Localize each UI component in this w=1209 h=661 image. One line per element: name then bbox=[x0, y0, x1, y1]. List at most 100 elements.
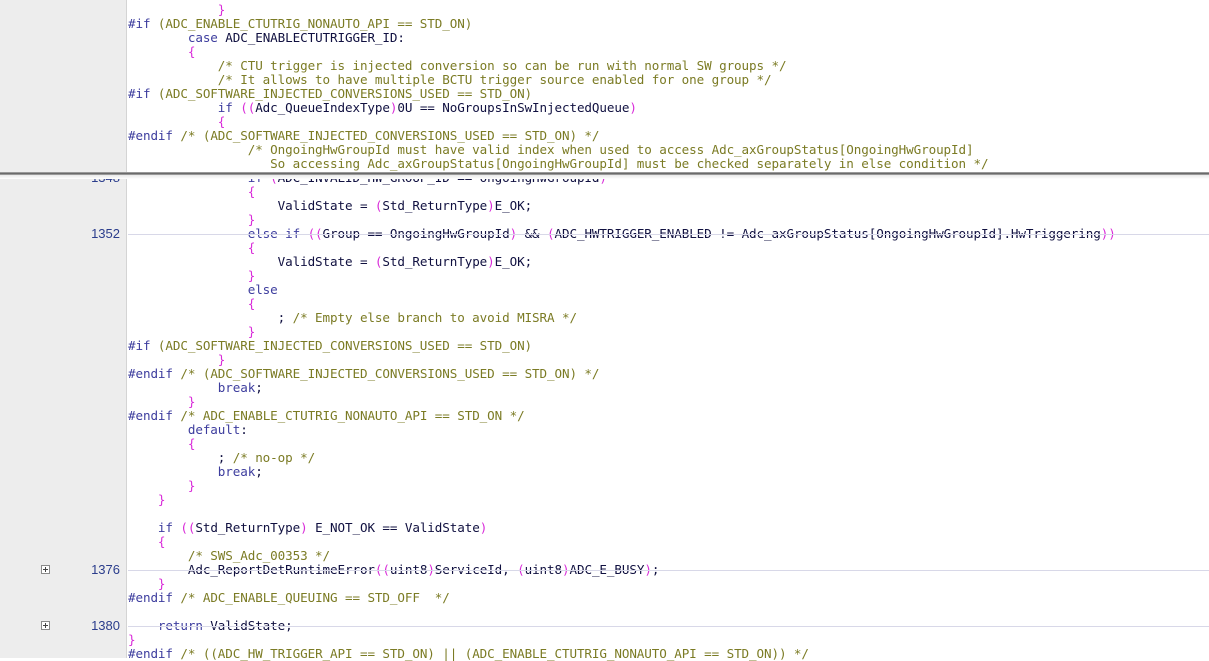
code-line[interactable]: #endif /* (ADC_SOFTWARE_INJECTED_CONVERS… bbox=[0, 129, 1209, 143]
code-line[interactable]: default: bbox=[0, 423, 1209, 437]
code-token: ADC_ENABLECTUTRIGGER_ID: bbox=[217, 30, 405, 45]
code-text: break; bbox=[128, 381, 263, 395]
code-line[interactable]: break; bbox=[0, 381, 1209, 395]
code-line[interactable]: /* CTU trigger is injected conversion so… bbox=[0, 59, 1209, 73]
code-token: Std_ReturnType bbox=[195, 520, 301, 535]
code-token: (ADC_ENABLE_CTUTRIG_NONAUTO_API == STD_O… bbox=[150, 16, 473, 31]
line-number: 1376 bbox=[91, 562, 120, 577]
code-token: } bbox=[128, 212, 256, 227]
code-line[interactable]: } bbox=[0, 213, 1209, 227]
code-line[interactable]: #endif /* ((ADC_HW_TRIGGER_API == STD_ON… bbox=[0, 647, 1209, 661]
code-text: } bbox=[128, 395, 196, 409]
code-text: ValidState = (Std_ReturnType)E_OK; bbox=[128, 254, 533, 269]
code-text: } bbox=[128, 268, 256, 283]
code-token: Std_ReturnType bbox=[382, 254, 488, 269]
code-text: { bbox=[128, 185, 256, 199]
code-text: /* CTU trigger is injected conversion so… bbox=[128, 58, 787, 73]
code-token: { bbox=[128, 534, 166, 549]
code-line[interactable]: { bbox=[0, 185, 1209, 199]
code-token: } bbox=[128, 478, 196, 493]
code-token: } bbox=[128, 352, 226, 367]
code-text: } bbox=[128, 3, 226, 17]
code-line[interactable]: } bbox=[0, 479, 1209, 493]
code-token: E_OK; bbox=[494, 254, 533, 269]
code-line[interactable]: /* It allows to have multiple BCTU trigg… bbox=[0, 73, 1209, 87]
code-line[interactable]: /* SWS_Adc_00353 */ bbox=[0, 549, 1209, 563]
code-line[interactable]: #if (ADC_SOFTWARE_INJECTED_CONVERSIONS_U… bbox=[0, 87, 1209, 101]
code-text: } bbox=[128, 212, 256, 227]
code-token: } bbox=[128, 268, 256, 283]
code-text: else bbox=[128, 283, 278, 297]
code-line[interactable]: ; /* no-op */ bbox=[0, 451, 1209, 465]
code-line[interactable] bbox=[0, 605, 1209, 619]
code-line[interactable]: /* OngoingHwGroupId must have valid inde… bbox=[0, 143, 1209, 157]
code-text: if ((Adc_QueueIndexType)0U == NoGroupsIn… bbox=[128, 101, 637, 115]
code-line[interactable]: ValidState = (Std_ReturnType)E_OK; bbox=[0, 255, 1209, 269]
code-line[interactable]: if ((Adc_QueueIndexType)0U == NoGroupsIn… bbox=[0, 101, 1209, 115]
code-text: } bbox=[128, 352, 226, 367]
code-line[interactable]: ; /* Empty else branch to avoid MISRA */ bbox=[0, 311, 1209, 325]
code-line[interactable]: { bbox=[0, 45, 1209, 59]
code-token: /* ((ADC_HW_TRIGGER_API == STD_ON) || (A… bbox=[172, 646, 809, 661]
code-token: { bbox=[128, 296, 256, 311]
code-text: /* OngoingHwGroupId must have valid inde… bbox=[128, 142, 974, 157]
code-token: /* OngoingHwGroupId must have valid inde… bbox=[128, 142, 974, 157]
code-line[interactable]: { bbox=[0, 115, 1209, 129]
code-text: ; /* Empty else branch to avoid MISRA */ bbox=[128, 311, 577, 325]
code-line[interactable]: So accessing Adc_axGroupStatus[OngoingHw… bbox=[0, 157, 1209, 171]
code-text: } bbox=[128, 478, 196, 493]
code-line[interactable] bbox=[0, 507, 1209, 521]
code-token: /* CTU trigger is injected conversion so… bbox=[128, 58, 787, 73]
code-token: ValidState = bbox=[128, 198, 375, 213]
separator-shadow bbox=[0, 175, 1209, 179]
code-token: } bbox=[128, 576, 166, 591]
code-text: break; bbox=[128, 465, 263, 479]
code-text: /* It allows to have multiple BCTU trigg… bbox=[128, 72, 772, 87]
code-token: ValidState = bbox=[128, 254, 375, 269]
code-line[interactable]: else bbox=[0, 283, 1209, 297]
code-line[interactable]: } bbox=[0, 269, 1209, 283]
code-line[interactable]: { bbox=[0, 297, 1209, 311]
code-line[interactable]: break; bbox=[0, 465, 1209, 479]
code-line[interactable]: { bbox=[0, 437, 1209, 451]
line-separator bbox=[128, 234, 1209, 235]
code-line[interactable]: #endif /* ADC_ENABLE_CTUTRIG_NONAUTO_API… bbox=[0, 409, 1209, 423]
code-token: 0U == NoGroupsInSwInjectedQueue bbox=[397, 100, 630, 115]
code-line[interactable]: } bbox=[0, 493, 1209, 507]
code-text: { bbox=[128, 534, 166, 549]
code-token: E_NOT_OK == ValidState bbox=[307, 520, 480, 535]
code-line[interactable]: if ((Std_ReturnType) E_NOT_OK == ValidSt… bbox=[0, 521, 1209, 535]
code-token: : bbox=[240, 422, 248, 437]
code-line[interactable]: #if (ADC_ENABLE_CTUTRIG_NONAUTO_API == S… bbox=[0, 17, 1209, 31]
code-line[interactable]: } bbox=[0, 353, 1209, 367]
code-line[interactable]: case ADC_ENABLECTUTRIGGER_ID: bbox=[0, 31, 1209, 45]
code-token: E_OK; bbox=[494, 198, 533, 213]
code-line[interactable]: #endif /* (ADC_SOFTWARE_INJECTED_CONVERS… bbox=[0, 367, 1209, 381]
code-text: #endif /* (ADC_SOFTWARE_INJECTED_CONVERS… bbox=[128, 129, 599, 143]
code-token: ; bbox=[128, 310, 293, 325]
code-line[interactable]: } bbox=[0, 3, 1209, 17]
code-line[interactable]: } bbox=[0, 577, 1209, 591]
line-number: 1380 bbox=[91, 618, 120, 633]
code-token: /* SWS_Adc_00353 */ bbox=[128, 548, 331, 563]
code-token: ) bbox=[479, 520, 488, 535]
code-token: { bbox=[128, 114, 226, 129]
code-editor[interactable]: } #if (ADC_ENABLE_CTUTRIG_NONAUTO_API == … bbox=[0, 0, 1209, 661]
code-line[interactable]: { bbox=[0, 535, 1209, 549]
code-line[interactable]: ValidState = (Std_ReturnType)E_OK; bbox=[0, 199, 1209, 213]
code-token: Std_ReturnType bbox=[382, 198, 488, 213]
code-token: if bbox=[128, 520, 173, 535]
code-line[interactable]: } bbox=[0, 633, 1209, 647]
code-line[interactable]: #endif /* ADC_ENABLE_QUEUING == STD_OFF … bbox=[0, 591, 1209, 605]
code-text: } bbox=[128, 576, 166, 591]
code-text: #if (ADC_SOFTWARE_INJECTED_CONVERSIONS_U… bbox=[128, 87, 532, 101]
code-line[interactable]: } bbox=[0, 395, 1209, 409]
code-text: #endif /* (ADC_SOFTWARE_INJECTED_CONVERS… bbox=[128, 367, 599, 381]
line-number: 1352 bbox=[91, 226, 120, 241]
code-line[interactable]: { bbox=[0, 241, 1209, 255]
code-line[interactable]: #if (ADC_SOFTWARE_INJECTED_CONVERSIONS_U… bbox=[0, 339, 1209, 353]
code-token: { bbox=[128, 240, 256, 255]
code-line[interactable]: } bbox=[0, 325, 1209, 339]
code-token: /* It allows to have multiple BCTU trigg… bbox=[128, 72, 772, 87]
code-token: case bbox=[128, 30, 218, 45]
